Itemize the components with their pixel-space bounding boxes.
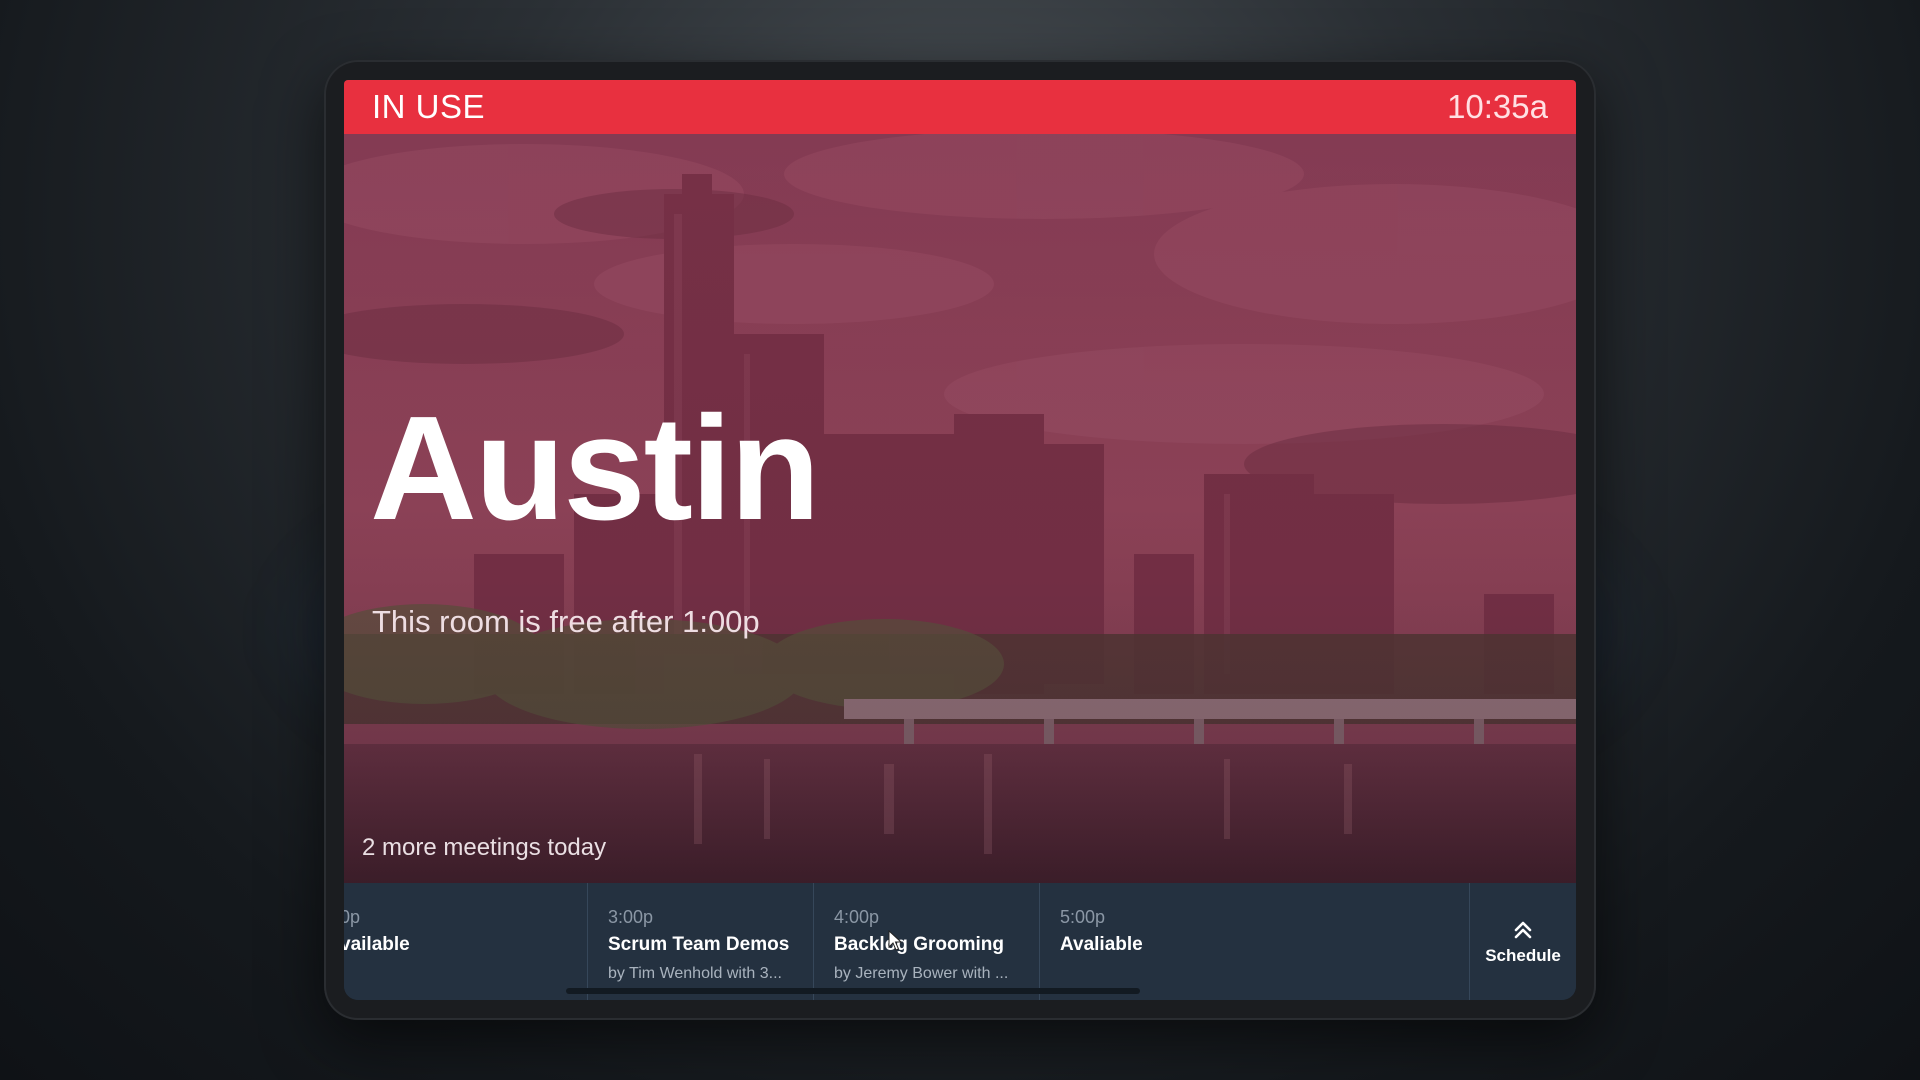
slot-time: 5:00p [1060,907,1106,927]
schedule-slot[interactable]: 0p vailable [344,883,588,1000]
room-name: Austin [370,386,820,551]
current-time: 10:35a [1447,88,1548,125]
room-display-screen: IN USE 10:35a Austin This room is free a… [344,80,1576,1000]
room-status-label: IN USE [372,88,486,125]
schedule-button[interactable]: Schedule [1469,883,1576,1000]
room-hero: Austin This room is free after 1:00p 2 m… [344,134,1576,883]
slot-title: Scrum Team Demos [608,934,790,955]
slot-time: 4:00p [834,907,880,927]
tablet-frame: IN USE 10:35a Austin This room is free a… [324,60,1596,1020]
slot-time: 0p [344,907,361,927]
slot-title: vailable [344,934,410,955]
schedule-slot[interactable]: 5:00p Avaliable [1040,883,1469,1000]
schedule-button-label: Schedule [1485,945,1561,965]
room-availability: This room is free after 1:00p [372,604,760,639]
more-meetings-count: 2 more meetings today [362,834,607,861]
slot-title: Backlog Grooming [834,934,1004,955]
double-chevron-up-icon [1514,921,1532,938]
slot-time: 3:00p [608,907,654,927]
schedule-slot[interactable]: 4:00p Backlog Grooming by Jeremy Bower w… [814,883,1040,1000]
schedule-slot[interactable]: 3:00p Scrum Team Demos by Tim Wenhold wi… [588,883,814,1000]
slot-host: by Jeremy Bower with ... [834,965,1009,982]
schedule-strip[interactable]: 0p vailable 3:00p Scrum Team Demos by Ti… [344,883,1576,1000]
slot-host: by Tim Wenhold with 3... [608,965,782,982]
mouse-cursor-icon [888,930,903,951]
status-bar: IN USE 10:35a [344,80,1576,134]
schedule-scrollbar[interactable] [566,988,1140,994]
slot-title: Avaliable [1060,934,1143,955]
